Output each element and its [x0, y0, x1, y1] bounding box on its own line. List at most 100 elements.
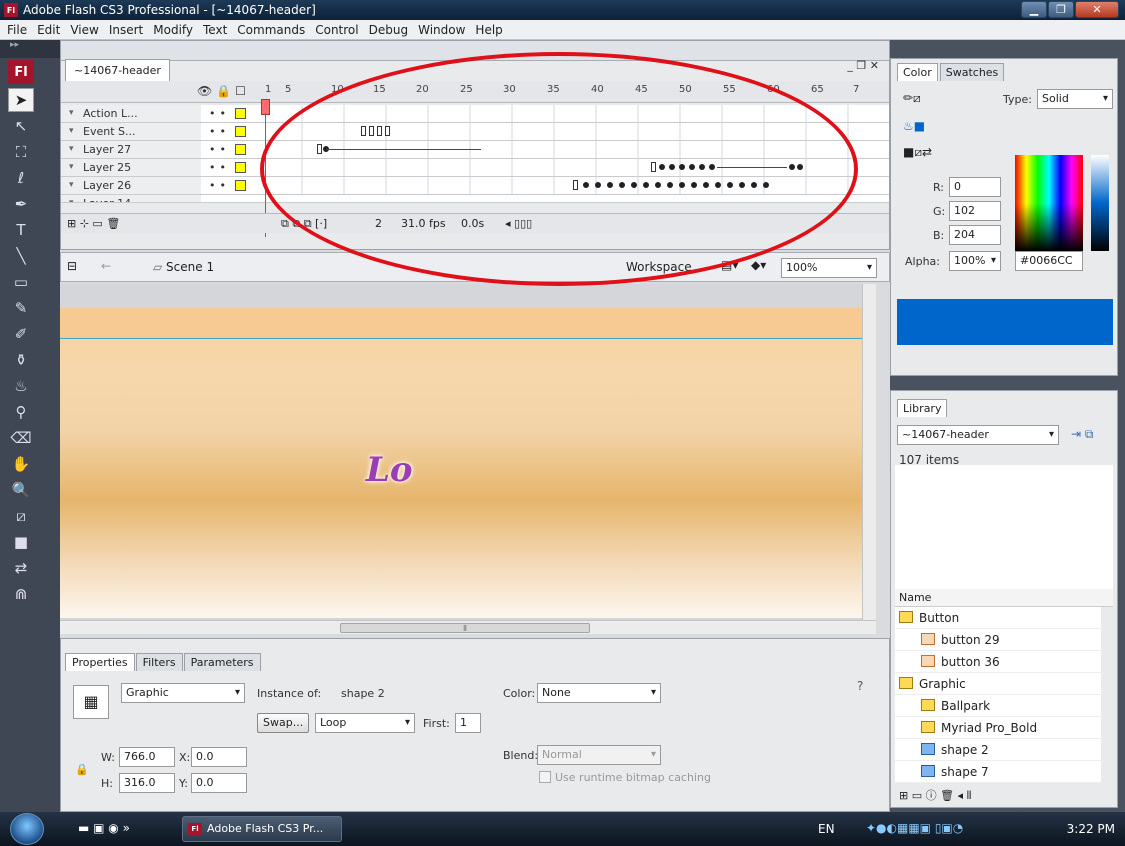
color-swap-icons[interactable]: ■⧄⇄ — [903, 145, 932, 160]
menu-commands[interactable]: Commands — [233, 23, 311, 37]
swap-button[interactable]: Swap... — [257, 713, 310, 733]
edit-symbols-icon[interactable]: ◆▾ — [751, 258, 766, 272]
library-name-header[interactable]: Name — [895, 589, 1113, 607]
tab-properties[interactable]: Properties — [65, 653, 135, 671]
layer-name[interactable]: Layer 14 — [61, 195, 201, 202]
library-item[interactable]: button 29 — [895, 629, 1101, 651]
timeline-scroll-left-icon[interactable]: ◂ ▯▯▯ — [505, 217, 532, 230]
scroll-thumb[interactable]: ⦀ — [340, 623, 590, 633]
layer-toggle-dots[interactable]: •• — [209, 161, 230, 174]
keyframe[interactable] — [789, 164, 795, 170]
layer-toggle-dots[interactable]: •• — [209, 125, 230, 138]
layer-frames[interactable] — [261, 159, 861, 176]
layer-visibility-lock-outline-icons[interactable]: 👁🔒☐ — [197, 84, 250, 98]
eraser-tool-icon[interactable]: ⌫ — [8, 426, 34, 450]
stroke-color-icon[interactable]: ✏⧄ — [903, 91, 921, 106]
layer-name[interactable]: Layer 25 — [61, 159, 201, 176]
rectangle-tool-icon[interactable]: ▭ — [8, 270, 34, 294]
keyframe[interactable] — [691, 182, 697, 188]
help-icon[interactable]: ? — [857, 679, 863, 693]
subselection-tool-icon[interactable]: ↖ — [8, 114, 34, 138]
scene-name[interactable]: Scene 1 — [153, 260, 214, 274]
text-tool-icon[interactable]: T — [8, 218, 34, 242]
keyframe[interactable] — [385, 126, 390, 136]
layer-row[interactable]: Layer 27 •• — [61, 141, 889, 159]
color-effect-dropdown[interactable]: None — [537, 683, 661, 703]
timeline-toggle-icon[interactable]: ⊟ — [67, 259, 77, 273]
minimize-button[interactable]: ▁ — [1021, 1, 1047, 18]
edit-scene-icon[interactable]: ▤▾ — [721, 258, 738, 272]
stage-vertical-scrollbar[interactable] — [862, 284, 876, 620]
keyframe[interactable] — [727, 182, 733, 188]
fill-type-dropdown[interactable]: Solid — [1037, 89, 1113, 109]
zoom-tool-icon[interactable]: 🔍 — [8, 478, 34, 502]
menu-text[interactable]: Text — [199, 23, 233, 37]
keyframe[interactable] — [619, 182, 625, 188]
keyframe[interactable] — [689, 164, 695, 170]
keyframe[interactable] — [703, 182, 709, 188]
height-input[interactable]: 316.0 — [119, 773, 175, 793]
layer-toggle-dots[interactable]: •• — [209, 107, 230, 120]
language-indicator[interactable]: EN — [818, 822, 835, 836]
menu-file[interactable]: File — [3, 23, 33, 37]
keyframe[interactable] — [607, 182, 613, 188]
layer-row[interactable]: Event S... •• — [61, 123, 889, 141]
layer-name[interactable]: Action L... — [61, 105, 201, 122]
menu-insert[interactable]: Insert — [105, 23, 149, 37]
hand-tool-icon[interactable]: ✋ — [8, 452, 34, 476]
layer-frames[interactable] — [261, 123, 861, 140]
menu-view[interactable]: View — [66, 23, 104, 37]
add-layer-icon[interactable]: ⊞ ⊹ ▭ 🗑 — [67, 217, 120, 230]
ink-bottle-tool-icon[interactable]: ⚱ — [8, 348, 34, 372]
keyframe[interactable] — [361, 126, 366, 136]
tab-swatches[interactable]: Swatches — [939, 63, 1005, 81]
keyframe[interactable] — [715, 182, 721, 188]
red-input[interactable]: 0 — [949, 177, 1001, 197]
keyframe[interactable] — [751, 182, 757, 188]
onion-skin-icons[interactable]: ⧉ ⧉ ⧉ [·] — [281, 217, 327, 231]
pen-tool-icon[interactable]: ✒ — [8, 192, 34, 216]
library-item[interactable]: button 36 — [895, 651, 1101, 673]
layer-outline-color-icon[interactable] — [235, 162, 246, 173]
keyframe[interactable] — [631, 182, 637, 188]
timeline-window-controls[interactable]: _ ❐ ✕ — [847, 59, 879, 72]
first-frame-input[interactable]: 1 — [455, 713, 481, 733]
library-document-dropdown[interactable]: ~14067-header — [897, 425, 1059, 445]
start-button[interactable] — [10, 813, 44, 845]
logo-text[interactable]: Lo — [366, 450, 413, 490]
keyframe[interactable] — [739, 182, 745, 188]
library-item[interactable]: Graphic — [895, 673, 1101, 695]
menu-window[interactable]: Window — [414, 23, 471, 37]
keyframe[interactable] — [573, 180, 578, 190]
frame-rate[interactable]: 31.0 fps — [401, 217, 446, 230]
tab-parameters[interactable]: Parameters — [183, 653, 261, 671]
tab-filters[interactable]: Filters — [135, 653, 183, 671]
fill-color-icon[interactable]: ♨■ — [903, 119, 925, 133]
layer-frames[interactable] — [261, 141, 861, 158]
layer-name[interactable]: Event S... — [61, 123, 201, 140]
layer-outline-color-icon[interactable] — [235, 108, 246, 119]
menu-edit[interactable]: Edit — [33, 23, 66, 37]
layer-toggle-dots[interactable]: •• — [209, 143, 230, 156]
stroke-color-icon[interactable]: ⧄ — [8, 504, 34, 528]
clock[interactable]: 3:22 PM — [1067, 822, 1115, 836]
lasso-tool-icon[interactable]: ℓ — [8, 166, 34, 190]
width-input[interactable]: 766.0 — [119, 747, 175, 767]
brightness-slider[interactable] — [1091, 155, 1109, 251]
swap-colors-icon[interactable]: ⇄ — [8, 556, 34, 580]
keyframe[interactable] — [643, 182, 649, 188]
alpha-input[interactable]: 100% — [949, 251, 1001, 271]
lock-icon[interactable]: 🔒 — [75, 763, 89, 776]
keyframe[interactable] — [317, 144, 322, 154]
back-arrow-icon[interactable]: ← — [101, 259, 111, 273]
keyframe[interactable] — [699, 164, 705, 170]
menu-help[interactable]: Help — [471, 23, 508, 37]
tab-library[interactable]: Library — [897, 399, 948, 417]
tray-icons[interactable]: ✦●◐▦▦▣ ▯▣◔ — [866, 821, 963, 835]
library-item[interactable]: shape 2 — [895, 739, 1101, 761]
layer-outline-color-icon[interactable] — [235, 144, 246, 155]
keyframe[interactable] — [583, 182, 589, 188]
keyframe[interactable] — [709, 164, 715, 170]
library-item[interactable]: Ballpark — [895, 695, 1101, 717]
close-button[interactable]: ✕ — [1075, 1, 1119, 18]
